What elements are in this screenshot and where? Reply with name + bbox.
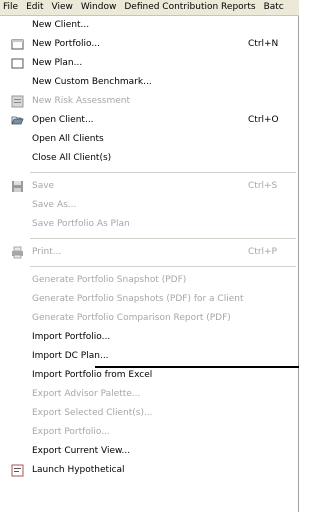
menu-item-label: Export Selected Client(s)...	[32, 408, 153, 418]
menu-item-new-risk-assessment[interactable]: New Risk Assessment	[0, 92, 298, 111]
menu-defined-contribution-reports[interactable]: Defined Contribution Reports	[120, 0, 259, 15]
menu-item-label: New Risk Assessment	[32, 96, 130, 106]
menu-item-label: Close All Client(s)	[32, 153, 112, 163]
menu-item-import-portfolio[interactable]: Import Portfolio...	[0, 328, 298, 347]
menu-item-label: Generate Portfolio Snapshot (PDF)	[32, 275, 187, 285]
menu-edit[interactable]: Edit	[22, 0, 47, 15]
menu-bar: File Edit View Window Defined Contributi…	[0, 0, 299, 16]
menu-item-open-all-clients[interactable]: Open All Clients	[0, 130, 298, 149]
menu-separator	[0, 168, 298, 177]
menu-item-label: New Client...	[32, 20, 90, 30]
plan-icon	[11, 58, 24, 69]
menu-item-label: Import Portfolio...	[32, 332, 111, 342]
risk-assessment-icon	[11, 95, 24, 108]
portfolio-icon	[11, 39, 24, 50]
menu-item-export-portfolio[interactable]: Export Portfolio...	[0, 423, 298, 442]
menu-item-print[interactable]: Print... Ctrl+P	[0, 243, 298, 262]
annotation-line	[95, 366, 299, 368]
file-menu-dropdown: New Client... New Portfolio... Ctrl+N Ne…	[0, 16, 299, 512]
menu-item-label: Save	[32, 181, 55, 191]
menu-item-label: New Plan...	[32, 58, 83, 68]
menu-item-new-custom-benchmark[interactable]: New Custom Benchmark...	[0, 73, 298, 92]
menu-item-label: Save As...	[32, 200, 77, 210]
shortcut-label: Ctrl+P	[248, 247, 277, 257]
menu-item-label: Import DC Plan...	[32, 351, 109, 361]
menu-item-generate-portfolio-snapshot[interactable]: Generate Portfolio Snapshot (PDF)	[0, 271, 298, 290]
menu-batch[interactable]: Batc	[260, 0, 288, 15]
shortcut-label: Ctrl+N	[248, 39, 279, 49]
menu-item-launch-hypothetical[interactable]: Launch Hypothetical	[0, 461, 298, 480]
menu-item-label: Save Portfolio As Plan	[32, 219, 130, 229]
menu-item-label: Import Portfolio from Excel	[32, 370, 153, 380]
menu-item-save[interactable]: Save Ctrl+S	[0, 177, 298, 196]
menu-item-label: Export Portfolio...	[32, 427, 110, 437]
menu-separator	[0, 262, 298, 271]
menu-item-label: Open All Clients	[32, 134, 104, 144]
menu-item-label: Launch Hypothetical	[32, 465, 125, 475]
menu-item-label: New Portfolio...	[32, 39, 100, 49]
menu-item-label: Print...	[32, 247, 62, 257]
menu-item-label: New Custom Benchmark...	[32, 77, 152, 87]
open-client-icon	[11, 116, 24, 125]
menu-view[interactable]: View	[48, 0, 77, 15]
menu-item-new-client[interactable]: New Client...	[0, 16, 298, 35]
menu-item-new-portfolio[interactable]: New Portfolio... Ctrl+N	[0, 35, 298, 54]
menu-item-label: Export Advisor Palette...	[32, 389, 141, 399]
menu-item-generate-portfolio-snapshots-client[interactable]: Generate Portfolio Snapshots (PDF) for a…	[0, 290, 298, 309]
menu-item-export-current-view[interactable]: Export Current View...	[0, 442, 298, 461]
menu-item-generate-comparison-report[interactable]: Generate Portfolio Comparison Report (PD…	[0, 309, 298, 328]
menu-item-save-as[interactable]: Save As...	[0, 196, 298, 215]
menu-item-label: Export Current View...	[32, 446, 131, 456]
menu-item-close-all-clients[interactable]: Close All Client(s)	[0, 149, 298, 168]
menu-separator	[0, 234, 298, 243]
menu-file[interactable]: File	[0, 0, 22, 15]
menu-item-open-client[interactable]: Open Client... Ctrl+O	[0, 111, 298, 130]
menu-item-import-portfolio-excel[interactable]: Import Portfolio from Excel	[0, 366, 298, 385]
print-icon	[12, 246, 23, 259]
menu-item-import-dc-plan[interactable]: Import DC Plan...	[0, 347, 298, 366]
shortcut-label: Ctrl+S	[248, 181, 278, 191]
menu-window[interactable]: Window	[77, 0, 121, 15]
menu-item-save-portfolio-as-plan[interactable]: Save Portfolio As Plan	[0, 215, 298, 234]
menu-item-export-advisor-palette[interactable]: Export Advisor Palette...	[0, 385, 298, 404]
shortcut-label: Ctrl+O	[248, 115, 279, 125]
menu-item-label: Open Client...	[32, 115, 94, 125]
menu-item-label: Generate Portfolio Comparison Report (PD…	[32, 313, 231, 323]
save-icon	[12, 181, 23, 192]
menu-item-export-selected-clients[interactable]: Export Selected Client(s)...	[0, 404, 298, 423]
menu-item-new-plan[interactable]: New Plan...	[0, 54, 298, 73]
menu-item-label: Generate Portfolio Snapshots (PDF) for a…	[32, 294, 244, 304]
hypothetical-icon	[11, 464, 24, 477]
